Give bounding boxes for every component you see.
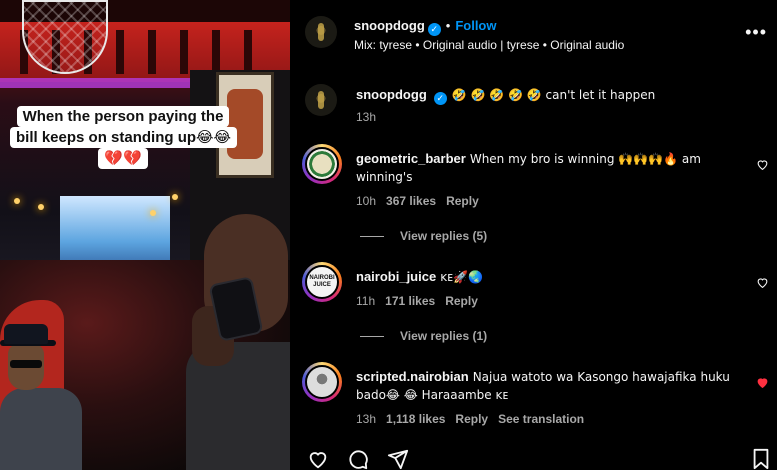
post-avatar[interactable] (305, 84, 337, 116)
post-meta: 13h (356, 110, 376, 124)
verified-icon: ✓ (427, 23, 441, 36)
comment-meta: 10h 367 likes Reply (356, 194, 479, 208)
comment-text: ᴋᴇ🚀🌏 (440, 270, 483, 284)
comment-geometric-barber: geometric_barber When my bro is winning 🙌… (356, 150, 748, 186)
comment-nairobi-juice: nairobi_juice ᴋᴇ🚀🌏 (356, 268, 748, 286)
share-icon[interactable] (386, 448, 410, 470)
audio-info[interactable]: Mix: tyrese • Original audio | tyrese • … (354, 38, 624, 52)
reply-button[interactable]: Reply (445, 294, 478, 308)
post-time: 13h (356, 110, 377, 124)
comment-avatar-geometric-barber[interactable] (302, 144, 342, 184)
action-bar (290, 444, 777, 470)
see-translation-button[interactable]: See translation (498, 412, 584, 426)
comment-username[interactable]: scripted.nairobian (356, 369, 469, 384)
comment-likes[interactable]: 1,118 likes (386, 412, 445, 426)
comment-text: When my bro is winning 🙌🙌🙌🔥 am (469, 152, 701, 166)
heart-icon[interactable] (756, 158, 769, 171)
post-username[interactable]: snoopdogg (356, 87, 427, 102)
comment-text-cont: bado😂 😂 Haraaambe ᴋᴇ (356, 388, 509, 402)
comment-scripted-nairobian: scripted.nairobian Najua watoto wa Kasong… (356, 368, 748, 404)
view-replies-button[interactable]: View replies (5) (360, 229, 487, 243)
comment-text: Najua watoto wa Kasongo hawajafika huku (472, 370, 730, 384)
video-caption: When the person paying the bill keeps on… (10, 106, 238, 169)
comment-username[interactable]: nairobi_juice (356, 269, 436, 284)
comment-meta: 13h 1,118 likes Reply See translation (356, 412, 584, 426)
comment-likes[interactable]: 367 likes (386, 194, 436, 208)
comment-meta: 11h 171 likes Reply (356, 294, 478, 308)
like-icon[interactable] (306, 448, 330, 470)
comment-icon[interactable] (346, 448, 370, 470)
heart-icon[interactable] (756, 276, 769, 289)
comment-avatar-nairobi-juice[interactable]: NAIROBI JUICE (302, 262, 342, 302)
reel-video[interactable]: When the person paying the bill keeps on… (0, 0, 290, 470)
comments-panel: snoopdogg ✓ • Follow Mix: tyrese • Original… (290, 0, 777, 470)
video-man-on-phone (186, 214, 290, 470)
post-text: 🤣 🤣 🤣 🤣 🤣 can't let it happen (451, 88, 656, 102)
comment-time: 13h (356, 412, 377, 426)
comment-text-cont: winning's (356, 170, 413, 184)
comment-time: 11h (356, 294, 376, 308)
follow-button[interactable]: Follow (455, 18, 496, 33)
reply-button[interactable]: Reply (446, 194, 479, 208)
comment-likes[interactable]: 171 likes (385, 294, 435, 308)
header-title: snoopdogg ✓ • Follow (354, 17, 497, 36)
reply-button[interactable]: Reply (455, 412, 488, 426)
comment-time: 10h (356, 194, 377, 208)
heart-filled-icon[interactable] (756, 376, 769, 389)
header-avatar[interactable] (305, 16, 337, 48)
video-sticker-character (0, 324, 82, 470)
more-horizontal-icon[interactable]: ••• (745, 22, 767, 43)
header-username[interactable]: snoopdogg (354, 18, 425, 33)
view-replies-button[interactable]: View replies (1) (360, 329, 487, 343)
comment-avatar-scripted-nairobian[interactable] (302, 362, 342, 402)
comment-username[interactable]: geometric_barber (356, 151, 466, 166)
post-caption: snoopdogg ✓ 🤣 🤣 🤣 🤣 🤣 can't let it happen (356, 86, 748, 105)
verified-icon: ✓ (433, 92, 447, 105)
save-icon[interactable] (750, 448, 772, 470)
separator-dot: • (445, 18, 451, 33)
